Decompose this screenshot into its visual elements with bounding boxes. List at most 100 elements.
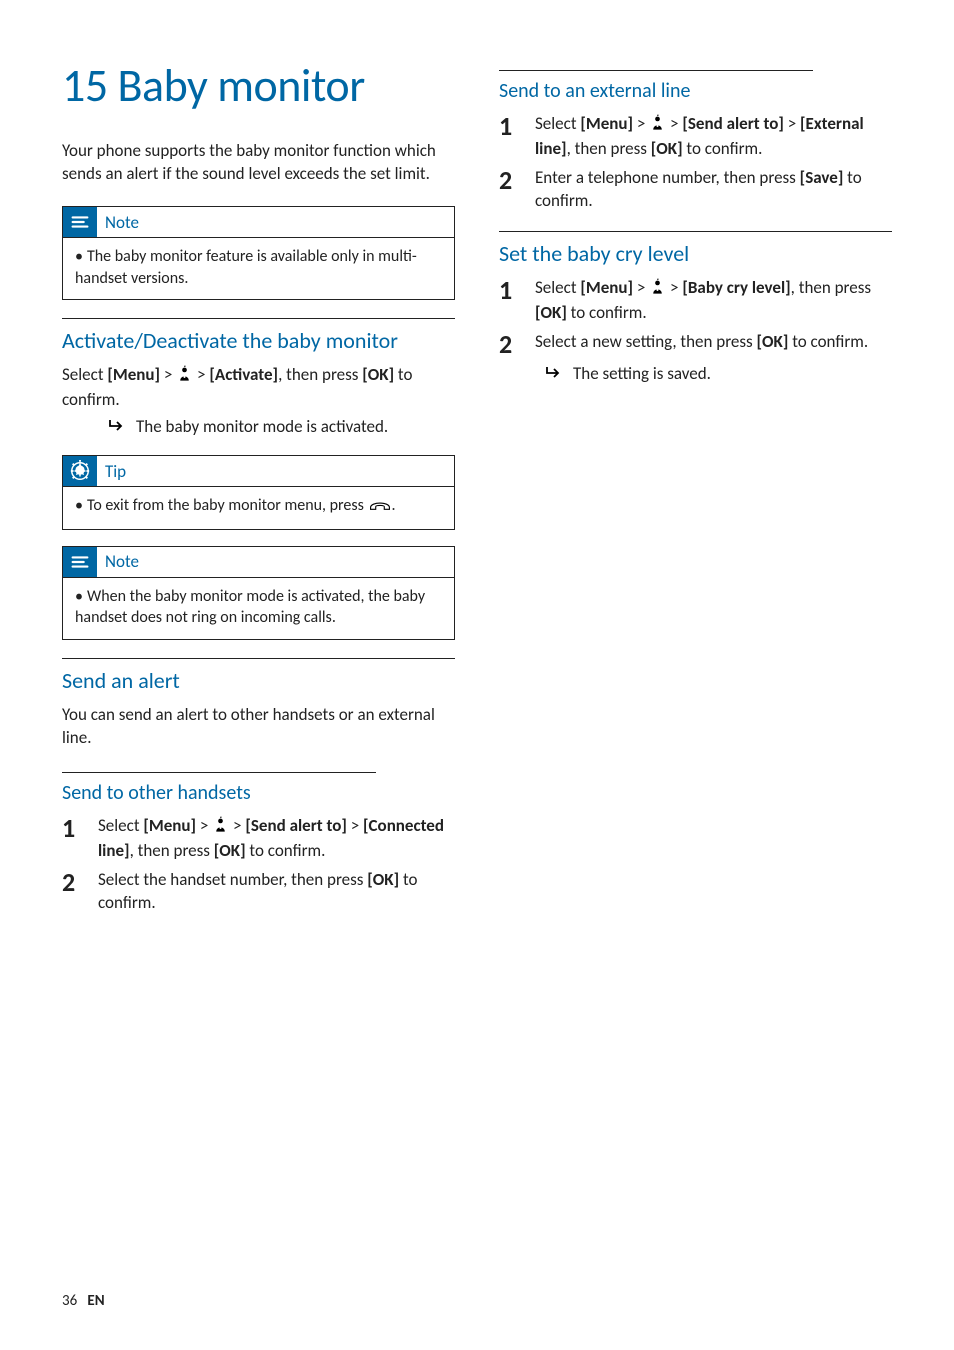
separator: >	[633, 113, 649, 134]
callout-body: •To exit from the baby monitor menu, pre…	[63, 487, 454, 529]
step-text: Select [Menu] > > [Baby cry level], then…	[535, 277, 892, 325]
result-arrow-icon	[108, 416, 126, 439]
divider-short	[62, 772, 376, 773]
callout-header: Note	[63, 207, 454, 238]
callout-title: Tip	[105, 461, 126, 482]
note-text: When the baby monitor mode is activated,…	[75, 587, 425, 628]
result-row: The setting is saved.	[545, 363, 892, 386]
tip-icon	[63, 456, 97, 486]
step-number: 1	[499, 277, 521, 325]
note-icon	[63, 547, 97, 577]
tip-text-suffix: .	[392, 496, 396, 515]
section-heading-activate: Activate/Deactivate the baby monitor	[62, 327, 455, 354]
subsection-heading-send-ext: Send to an external line	[499, 79, 892, 103]
step-number: 2	[499, 331, 521, 357]
step-1: 1 Select [Menu] > > [Send alert to] > [C…	[62, 815, 455, 863]
text: Select	[62, 364, 107, 385]
bullet-icon: •	[75, 496, 83, 515]
step-text: Select [Menu] > > [Send alert to] > [Con…	[98, 815, 455, 863]
text: to confirm.	[567, 302, 647, 323]
intro-paragraph: Your phone supports the baby monitor fun…	[62, 140, 455, 186]
bullet-icon: •	[75, 247, 83, 266]
separator: >	[196, 815, 212, 836]
text: Select	[535, 113, 580, 134]
activate-label: [Activate]	[209, 364, 278, 385]
hangup-icon	[368, 497, 392, 519]
tip-text-prefix: To exit from the baby monitor menu, pres…	[87, 496, 368, 515]
separator: >	[666, 113, 682, 134]
step-number: 2	[499, 167, 521, 213]
separator: >	[784, 113, 800, 134]
text: Select	[535, 277, 580, 298]
tip-callout: Tip •To exit from the baby monitor menu,…	[62, 455, 455, 530]
step-text: Select a new setting, then press [OK] to…	[535, 331, 892, 357]
step-1: 1 Select [Menu] > > [Send alert to] > [E…	[499, 113, 892, 161]
result-row: The baby monitor mode is activated.	[108, 416, 455, 439]
activate-body: Select [Menu] > > [Activate], then press…	[62, 364, 455, 412]
callout-title: Note	[105, 212, 139, 233]
divider	[62, 658, 455, 659]
ok-label: [OK]	[651, 138, 683, 159]
result-arrow-icon	[545, 363, 563, 386]
callout-header: Note	[63, 547, 454, 578]
ok-label: [OK]	[362, 364, 394, 385]
separator: >	[160, 364, 176, 385]
send-alert-to-label: [Send alert to]	[682, 113, 784, 134]
step-number: 1	[62, 815, 84, 863]
separator: >	[347, 815, 363, 836]
step-text: Select the handset number, then press [O…	[98, 869, 455, 915]
page-number: 36	[62, 1292, 77, 1310]
note-callout-2: Note •When the baby monitor mode is acti…	[62, 546, 455, 640]
separator: >	[633, 277, 649, 298]
baby-cry-level-label: [Baby cry level]	[682, 277, 790, 298]
callout-header: Tip	[63, 456, 454, 487]
text: , then press	[130, 840, 214, 861]
baby-icon	[176, 365, 193, 389]
note-text: The baby monitor feature is available on…	[75, 247, 417, 288]
right-column: Send to an external line 1 Select [Menu]…	[499, 62, 892, 921]
ok-label: [OK]	[757, 331, 789, 352]
save-label: [Save]	[800, 167, 844, 188]
callout-title: Note	[105, 551, 139, 572]
separator: >	[193, 364, 209, 385]
text: to confirm.	[683, 138, 763, 159]
step-number: 2	[62, 869, 84, 915]
bullet-icon: •	[75, 587, 83, 606]
lang-code: EN	[87, 1292, 104, 1310]
step-2: 2 Enter a telephone number, then press […	[499, 167, 892, 213]
two-column-layout: 15 Baby monitor Your phone supports the …	[62, 62, 892, 921]
baby-icon	[212, 816, 229, 840]
text: to confirm.	[246, 840, 326, 861]
baby-icon	[649, 114, 666, 138]
menu-label: [Menu]	[143, 815, 196, 836]
send-alert-to-label: [Send alert to]	[245, 815, 347, 836]
step-text: Select [Menu] > > [Send alert to] > [Ext…	[535, 113, 892, 161]
separator: >	[666, 277, 682, 298]
chapter-title: 15 Baby monitor	[62, 62, 455, 110]
step-number: 1	[499, 113, 521, 161]
menu-label: [Menu]	[580, 113, 633, 134]
note-callout: Note •The baby monitor feature is availa…	[62, 206, 455, 300]
page-footer: 36 EN	[62, 1292, 105, 1310]
divider	[62, 318, 455, 319]
callout-body: •When the baby monitor mode is activated…	[63, 578, 454, 639]
ok-label: [OK]	[535, 302, 567, 323]
text: , then press	[791, 277, 871, 298]
text: to confirm.	[788, 331, 868, 352]
text: , then press	[567, 138, 651, 159]
text: Enter a telephone number, then press	[535, 167, 800, 188]
step-text: Enter a telephone number, then press [Sa…	[535, 167, 892, 213]
text: Select a new setting, then press	[535, 331, 757, 352]
step-2: 2 Select the handset number, then press …	[62, 869, 455, 915]
menu-label: [Menu]	[580, 277, 633, 298]
step-1: 1 Select [Menu] > > [Baby cry level], th…	[499, 277, 892, 325]
send-alert-body: You can send an alert to other handsets …	[62, 704, 455, 750]
ok-label: [OK]	[214, 840, 246, 861]
section-heading-send-alert: Send an alert	[62, 667, 455, 694]
result-text: The baby monitor mode is activated.	[136, 416, 388, 439]
baby-icon	[649, 278, 666, 302]
text: Select	[98, 815, 143, 836]
note-icon	[63, 207, 97, 237]
ok-label: [OK]	[367, 869, 399, 890]
divider-short	[499, 70, 813, 71]
